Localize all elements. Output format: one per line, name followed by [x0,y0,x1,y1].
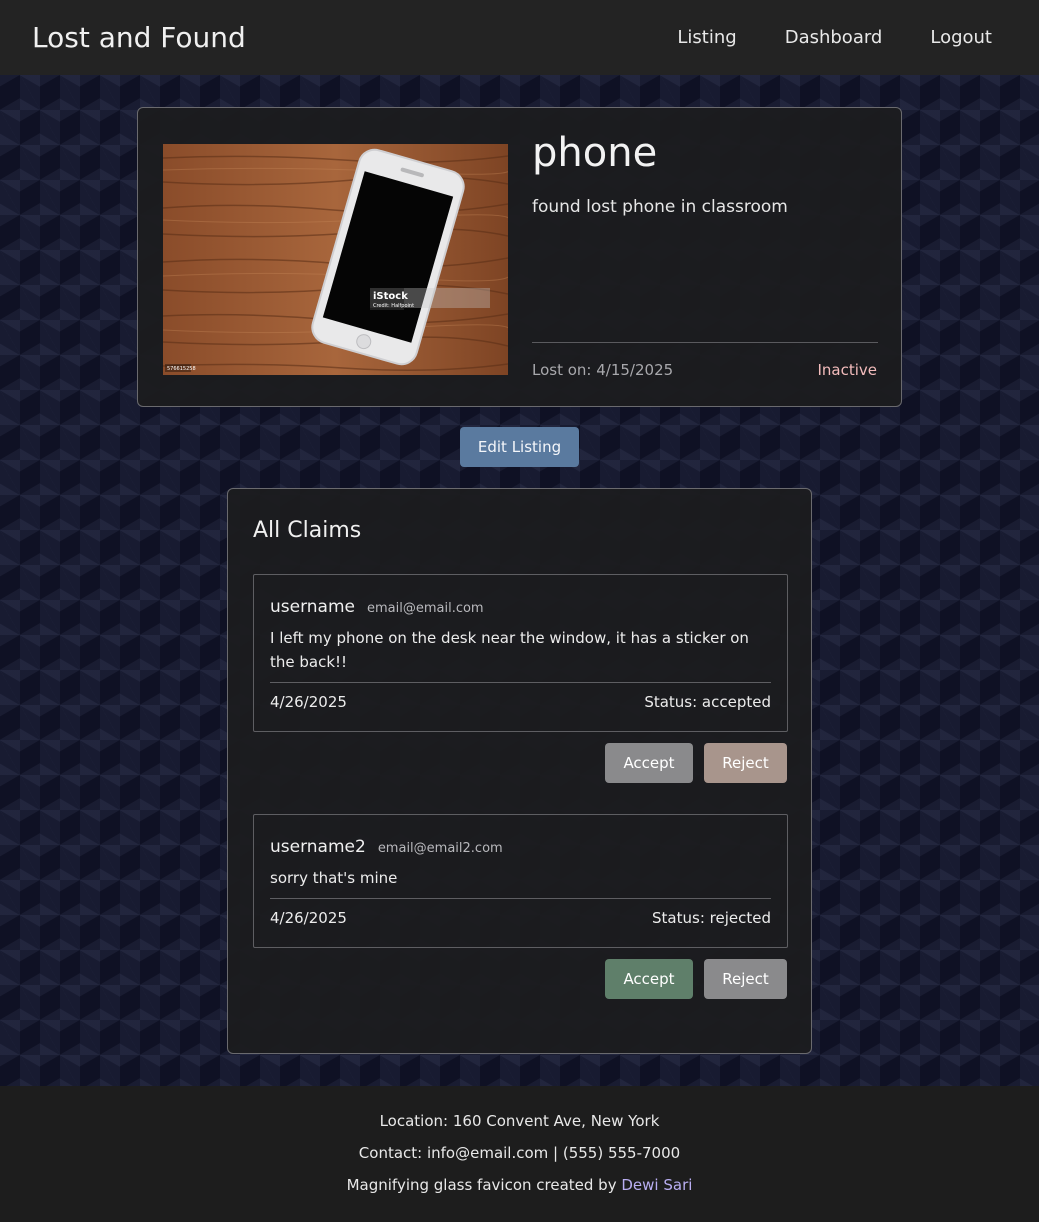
claim-email: email@email2.com [377,841,503,856]
top-navbar: Lost and Found Listing Dashboard Logout [0,0,1039,75]
photo-id: 576615258 [167,366,196,372]
reject-button[interactable]: Reject [704,743,787,783]
photo-credit: Credit: Halfpoint [373,303,414,309]
claim-message: I left my phone on the desk near the win… [270,629,749,671]
claim-username-text: username2 [270,837,366,857]
accept-button[interactable]: Accept [605,743,693,783]
listing-divider [532,342,878,343]
claim-date: 4/26/2025 [270,909,347,927]
footer-credit: Magnifying glass favicon created by Dewi… [0,1176,1039,1194]
claim-username: username2 email@email2.com [270,837,503,857]
footer-contact: Contact: info@email.com | (555) 555-7000 [358,1144,681,1162]
claim-card: username2 email@email2.com sorry that's m… [253,814,788,948]
claim-email: email@email.com [367,601,484,616]
claim-username-text: username [270,597,355,617]
lost-on-date: Lost on: 4/15/2025 [532,361,674,379]
edit-listing-button[interactable]: Edit Listing [460,427,579,467]
listing-photo: iStock Credit: Halfpoint 576615258 [163,144,508,375]
nav-links: Listing Dashboard Logout [677,27,992,48]
claim-card: username email@email.com I left my phone … [253,574,788,732]
nav-link-listing[interactable]: Listing [677,27,736,48]
listing-title: phone [532,130,658,176]
claim-message: sorry that's mine [270,869,398,887]
reject-button[interactable]: Reject [704,959,787,999]
footer-credit-text: Magnifying glass favicon created by [346,1176,617,1194]
footer-credit-link[interactable]: Dewi Sari [621,1176,692,1194]
listing-status-badge: Inactive [817,361,877,379]
claim-date: 4/26/2025 [270,693,347,711]
listing-description: found lost phone in classroom [532,197,788,217]
listing-card: iStock Credit: Halfpoint 576615258 phone… [137,107,902,407]
accept-button[interactable]: Accept [605,959,693,999]
nav-link-logout[interactable]: Logout [930,27,992,48]
claims-card: All Claims username email@email.com I lef… [227,488,812,1054]
claims-title: All Claims [253,518,362,543]
claim-username: username email@email.com [270,597,484,617]
photo-watermark: iStock [373,291,408,302]
page-footer: Location: 160 Convent Ave, New York Cont… [0,1086,1039,1222]
claim-status: Status: accepted [644,693,771,711]
claim-divider [270,898,771,899]
footer-location: Location: 160 Convent Ave, New York [379,1112,660,1130]
nav-link-dashboard[interactable]: Dashboard [785,27,883,48]
claim-status: Status: rejected [652,909,771,927]
brand-title[interactable]: Lost and Found [32,21,246,54]
claim-divider [270,682,771,683]
